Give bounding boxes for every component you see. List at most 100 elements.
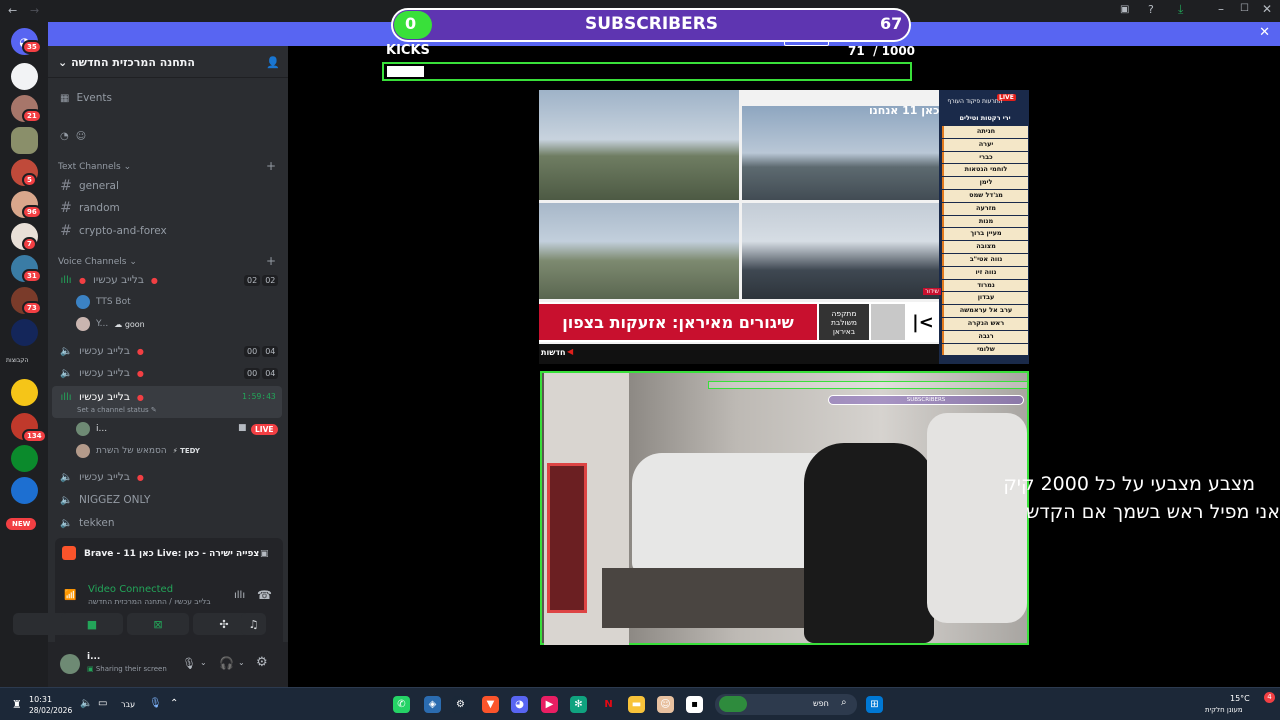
connection-icon[interactable]: 📶 — [64, 590, 76, 601]
voice-user-streaming[interactable]: i... — [76, 419, 107, 439]
weather-desc[interactable]: מעונן חלקית — [1205, 706, 1243, 714]
kicks-count: 71 / 1000 — [848, 44, 916, 58]
download-icon[interactable]: ⤓ — [1178, 2, 1183, 17]
brave-taskbar-icon[interactable]: ▼ — [482, 696, 499, 713]
username[interactable]: i... — [87, 652, 100, 662]
headphones-icon[interactable]: 🎧 — [219, 656, 234, 670]
soundboard-button[interactable]: ♫ — [241, 613, 266, 635]
server-name-header[interactable]: התחנה המרכזית החדשה ⌄ — [48, 46, 288, 78]
weather-temp[interactable]: 15°C — [1230, 694, 1250, 703]
mic-tray-icon[interactable]: 🎙 — [149, 698, 162, 709]
town-item: חניתה — [942, 126, 1028, 138]
stream-view[interactable]: 0 SUBSCRIBERS 67 KICKS 71 / 1000 כאן 11 … — [288, 8, 1280, 687]
chevron-down-icon[interactable]: ⌄ — [200, 658, 207, 667]
camera-button[interactable]: ■ — [61, 613, 123, 635]
speaker-icon: 🔈 — [60, 471, 73, 483]
activities-icon: ✣ — [219, 617, 229, 631]
back-arrow-icon[interactable]: ← — [8, 4, 17, 17]
channel-crypto[interactable]: # crypto-and-forex — [52, 220, 282, 242]
server-icon-8[interactable] — [11, 319, 38, 346]
brave-icon — [62, 546, 76, 560]
text-channels-category[interactable]: Text Channels ⌄ — [58, 162, 131, 172]
voice-channel-6[interactable]: 🔈 NIGGEZ ONLY — [52, 489, 282, 511]
close-window-icon[interactable]: ✕ — [1262, 2, 1272, 16]
voice-channel-7[interactable]: 🔈 tekken — [52, 512, 282, 534]
city-camera-3 — [539, 203, 739, 299]
alerts-title: התרעות פיקוד העורף — [947, 98, 1003, 105]
discord-taskbar-icon[interactable]: ◕ — [511, 696, 528, 713]
microphone-icon[interactable]: 🎙 — [182, 657, 196, 670]
show-hidden-icon[interactable]: ⌃ — [170, 698, 178, 709]
language-indicator[interactable]: עבר — [121, 700, 135, 709]
network-icon[interactable]: ▭ — [98, 698, 107, 709]
channel-general[interactable]: # general — [52, 175, 282, 197]
channel-label: בלייב עכשיו — [92, 274, 144, 286]
rtc-location[interactable]: בלייב עכשיו / התחנה המרכזית החדשה — [88, 597, 211, 606]
app-icon-3[interactable]: ▪ — [686, 696, 703, 713]
channels-roles-item[interactable]: ◔ ☺ — [52, 125, 282, 147]
close-banner-icon[interactable]: ✕ — [1259, 25, 1270, 40]
username: Y... — [96, 319, 109, 329]
app-icon-2[interactable]: ☺ — [657, 696, 674, 713]
notification-badge[interactable]: 4 — [1264, 692, 1275, 703]
new-badge[interactable]: NEW — [6, 518, 37, 530]
voice-active-icon: ıllı — [60, 274, 72, 286]
help-icon[interactable]: ? — [1148, 3, 1154, 16]
chevron-down-icon[interactable]: ⌄ — [238, 658, 245, 667]
inbox-icon[interactable]: ▣ — [1120, 4, 1129, 15]
volume-icon[interactable]: 🔈 — [80, 698, 92, 709]
voice-channels-category[interactable]: Voice Channels ⌄ — [58, 257, 137, 267]
live-badge[interactable]: LIVE — [251, 424, 278, 435]
netflix-icon[interactable]: N — [600, 696, 617, 713]
search-box[interactable]: חפש ⌕ — [715, 694, 857, 715]
file-explorer-icon[interactable]: ▬ — [628, 696, 645, 713]
steam-icon[interactable]: ⚙ — [452, 696, 469, 713]
tag-label: ☁ goon — [114, 319, 145, 329]
screen-share-icon: ⊠ — [153, 617, 163, 631]
ticker: חדשות ◀ — [539, 344, 939, 364]
channel-status-hint[interactable]: Set a channel status ✎ — [77, 406, 157, 414]
mini-kicks-bar — [708, 381, 1028, 389]
chatgpt-icon[interactable]: ✻ — [570, 696, 587, 713]
town-item: רגבה — [942, 330, 1028, 343]
screen-share-button[interactable]: ⊠ — [127, 613, 189, 635]
voice-user[interactable]: Y... ☁ goon — [76, 314, 145, 334]
clock-time[interactable]: 10:31 — [29, 695, 52, 704]
start-icon[interactable]: ⊞ — [866, 696, 883, 713]
server-icon-9[interactable] — [11, 379, 38, 406]
server-icon-12[interactable] — [11, 477, 38, 504]
channel-random[interactable]: # random — [52, 197, 282, 219]
server-icon-1[interactable] — [11, 63, 38, 90]
side-image — [871, 304, 905, 340]
avatar[interactable] — [60, 654, 80, 674]
caption-line-1: מצבע מצבעי על כל 2000 קיק — [1003, 473, 1255, 495]
minimize-icon[interactable]: – — [1218, 2, 1224, 16]
noise-suppression-icon[interactable]: ıllı — [234, 590, 245, 601]
server-icon-active[interactable] — [11, 127, 38, 154]
add-voice-channel-icon[interactable]: + — [266, 254, 276, 268]
events-item[interactable]: ▦ Events — [52, 87, 282, 109]
ticker-label: חדשות — [541, 348, 566, 357]
speaker-icon: 🔈 — [60, 345, 73, 357]
settings-gear-icon[interactable]: ⚙ — [256, 655, 268, 670]
voice-user[interactable]: הסמאש של השרת ⚡ TEDY — [76, 441, 200, 461]
add-text-channel-icon[interactable]: + — [266, 159, 276, 173]
town-item: מצובה — [942, 241, 1028, 253]
rtc-status[interactable]: Video Connected — [88, 584, 173, 595]
whatsapp-icon[interactable]: ✆ — [393, 696, 410, 713]
speaker-icon: 🔈 — [60, 494, 73, 506]
invite-people-icon[interactable]: 👤 — [266, 56, 280, 69]
side-box: מתקפה משולבת באיראן — [819, 304, 869, 340]
channel-label: crypto-and-forex — [79, 225, 167, 237]
server-icon-11[interactable] — [11, 445, 38, 472]
stop-stream-icon[interactable]: ▣ — [260, 549, 269, 559]
media-player-icon[interactable]: ▶ — [541, 696, 558, 713]
forward-arrow-icon[interactable]: → — [30, 4, 39, 17]
disconnect-icon[interactable]: ☎ — [257, 588, 272, 602]
maximize-icon[interactable]: ☐ — [1240, 3, 1249, 14]
clock-date[interactable]: 28/02/2026 — [29, 706, 72, 715]
windows-notify-icon[interactable]: ♜ — [12, 698, 22, 711]
voice-user[interactable]: TTS Bot — [76, 292, 131, 312]
app-icon-1[interactable]: ◈ — [424, 696, 441, 713]
voice-channel-5[interactable]: 🔈 בלייב עכשיו ● — [52, 466, 282, 488]
